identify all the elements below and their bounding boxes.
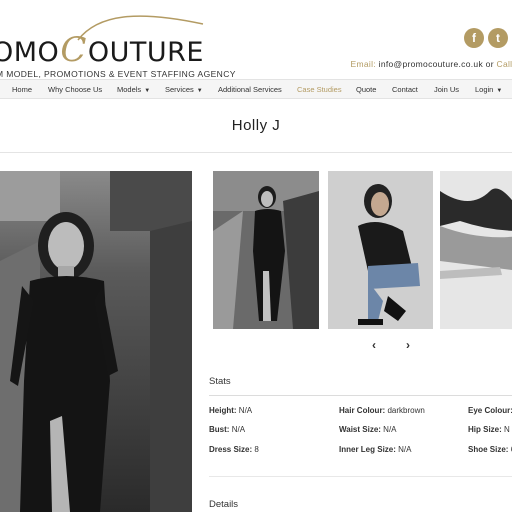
nav-item-join-us[interactable]: Join Us xyxy=(434,80,459,99)
nav-item-home[interactable]: Home xyxy=(12,80,32,99)
logo-tagline: M MODEL, PROMOTIONS & EVENT STAFFING AGE… xyxy=(0,69,236,79)
details-heading: Details xyxy=(209,499,239,510)
nav-item-why-choose-us[interactable]: Why Choose Us xyxy=(48,80,102,99)
gallery-thumbnail[interactable] xyxy=(213,171,319,329)
twitter-icon[interactable]: t xyxy=(488,28,508,48)
facebook-icon[interactable]: f xyxy=(464,28,484,48)
stat-dress-size: Dress Size: 8 xyxy=(209,445,259,454)
stat-hair-colour: Hair Colour: darkbrown xyxy=(339,406,425,415)
thumbnail-image xyxy=(328,171,433,329)
chevron-down-icon: ▼ xyxy=(196,88,203,94)
nav-item-case-studies[interactable]: Case Studies xyxy=(297,80,342,99)
logo[interactable]: OMOCOUTURE M MODEL, PROMOTIONS & EVENT S… xyxy=(0,12,235,82)
model-photo-image xyxy=(0,171,192,512)
stat-shoe-size: Shoe Size: 6 xyxy=(468,445,512,454)
nav-item-login[interactable]: Login ▼ xyxy=(475,80,502,99)
contact-line: Email: info@promocouture.co.uk or Call: … xyxy=(351,59,512,69)
stat-hip-size: Hip Size: N xyxy=(468,425,510,434)
nav-item-models[interactable]: Models ▼ xyxy=(117,80,150,99)
email-link[interactable]: info@promocouture.co.uk xyxy=(379,59,483,69)
main-model-photo[interactable] xyxy=(0,171,192,512)
nav-item-quote[interactable]: Quote xyxy=(356,80,376,99)
stat-eye-colour: Eye Colour: l xyxy=(468,406,512,415)
gallery-next-button[interactable]: › xyxy=(406,338,410,352)
divider xyxy=(209,395,512,396)
stat-waist-size: Waist Size: N/A xyxy=(339,425,397,434)
stat-bust: Bust: N/A xyxy=(209,425,246,434)
gallery-thumbnail[interactable] xyxy=(440,171,512,329)
email-label: Email: xyxy=(350,59,376,69)
call-label: Call: xyxy=(496,59,512,69)
stat-height: Height: N/A xyxy=(209,406,253,415)
thumbnail-image xyxy=(213,171,319,329)
chevron-down-icon: ▼ xyxy=(144,88,151,94)
gallery-thumbnail[interactable] xyxy=(328,171,433,329)
divider xyxy=(209,476,512,477)
logo-swoosh-icon xyxy=(77,15,204,41)
nav-item-additional-services[interactable]: Additional Services xyxy=(218,80,282,99)
nav-item-services[interactable]: Services ▼ xyxy=(165,80,203,99)
thumbnail-image xyxy=(440,171,512,329)
nav-item-contact[interactable]: Contact xyxy=(392,80,418,99)
page-title: Holly J xyxy=(231,117,281,134)
chevron-down-icon: ▼ xyxy=(496,88,503,94)
stats-heading: Stats xyxy=(209,376,231,387)
stat-inner-leg-size: Inner Leg Size: N/A xyxy=(339,445,412,454)
main-nav: Home Why Choose Us Models ▼ Services ▼ Add… xyxy=(0,79,512,99)
gallery-prev-button[interactable]: ‹ xyxy=(372,338,376,352)
divider xyxy=(0,152,512,153)
or-text: or xyxy=(485,59,494,69)
